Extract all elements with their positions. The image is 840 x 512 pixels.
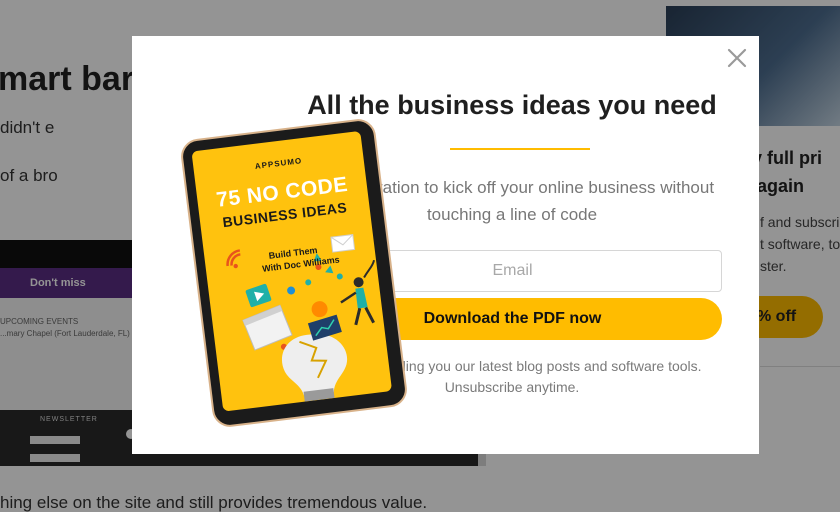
- title-divider: [450, 148, 590, 150]
- close-button[interactable]: [725, 46, 749, 70]
- ebook-cover: APPSUMO 75 NO CODE BUSINESS IDEAS Build …: [191, 130, 393, 412]
- ebook-tablet-image: APPSUMO 75 NO CODE BUSINESS IDEAS Build …: [179, 117, 409, 429]
- lead-capture-modal: All the business ideas you need Get insp…: [132, 36, 759, 454]
- modal-title: All the business ideas you need: [307, 90, 717, 120]
- close-icon: [727, 48, 747, 68]
